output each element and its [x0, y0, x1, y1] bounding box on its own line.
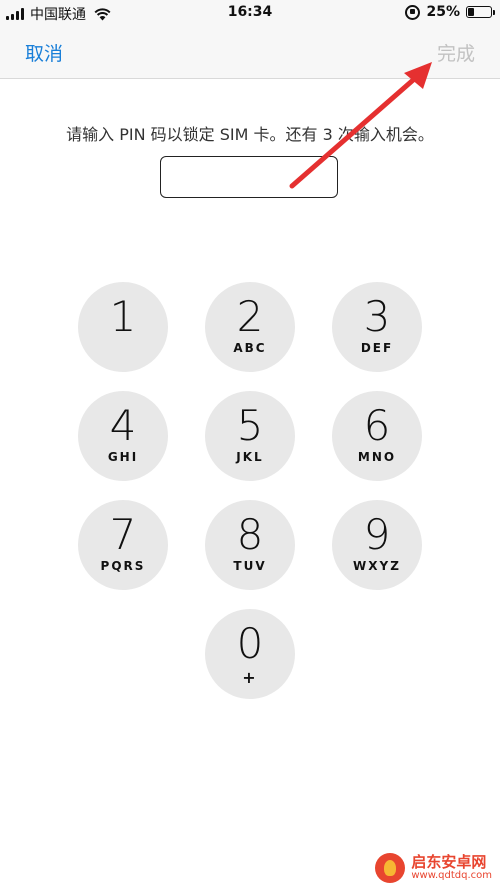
watermark-text: 启东安卓网 www.qdtdq.com — [411, 852, 492, 881]
key-9[interactable]: 9 WXYZ — [332, 500, 422, 590]
key-6[interactable]: 6 MNO — [332, 391, 422, 481]
key-digit: 8 — [236, 510, 264, 559]
key-letters: TUV — [233, 559, 267, 573]
watermark-logo-icon — [375, 853, 406, 883]
key-3[interactable]: 3 DEF — [332, 282, 422, 372]
pin-input-field[interactable] — [160, 156, 338, 198]
watermark-brand: 启东安卓网 — [411, 852, 487, 871]
orientation-lock-icon — [405, 4, 421, 20]
battery-icon — [466, 6, 495, 18]
key-digit: 1 — [109, 292, 137, 341]
key-0[interactable]: 0 + — [205, 609, 295, 699]
key-digit: 4 — [109, 401, 137, 450]
cancel-button[interactable]: 取消 — [25, 39, 63, 66]
key-4[interactable]: 4 GHI — [78, 391, 168, 481]
key-digit: 6 — [363, 401, 391, 450]
key-digit: 5 — [236, 401, 264, 450]
key-7[interactable]: 7 PQRS — [78, 500, 168, 590]
watermark: 启东安卓网 www.qdtdq.com — [375, 853, 492, 883]
key-letters: JKL — [236, 450, 264, 464]
key-letters: ABC — [233, 341, 267, 355]
key-letters: + — [242, 668, 258, 687]
key-digit: 7 — [109, 510, 137, 559]
nav-bar: 取消 完成 — [0, 26, 500, 79]
key-1[interactable]: 1 — [78, 282, 168, 372]
key-letters: GHI — [107, 450, 139, 464]
key-digit: 9 — [363, 510, 391, 559]
status-bar: 中国联通 16:34 25% — [0, 0, 500, 26]
done-button[interactable]: 完成 — [437, 39, 475, 66]
key-digit: 0 — [236, 619, 264, 668]
key-digit: 3 — [363, 292, 391, 341]
key-digit: 2 — [236, 292, 264, 341]
key-8[interactable]: 8 TUV — [205, 500, 295, 590]
watermark-url: www.qdtdq.com — [411, 869, 492, 881]
key-letters: PQRS — [100, 559, 146, 573]
key-letters: WXYZ — [353, 559, 401, 573]
key-letters: DEF — [360, 341, 394, 355]
battery-percentage: 25% — [426, 4, 460, 20]
pin-prompt-text: 请输入 PIN 码以锁定 SIM 卡。还有 3 次输入机会。 — [66, 125, 434, 144]
battery-level-fill — [468, 8, 474, 16]
key-letters: MNO — [357, 450, 397, 464]
key-5[interactable]: 5 JKL — [205, 391, 295, 481]
status-right: 25% — [405, 4, 495, 20]
key-2[interactable]: 2 ABC — [205, 282, 295, 372]
